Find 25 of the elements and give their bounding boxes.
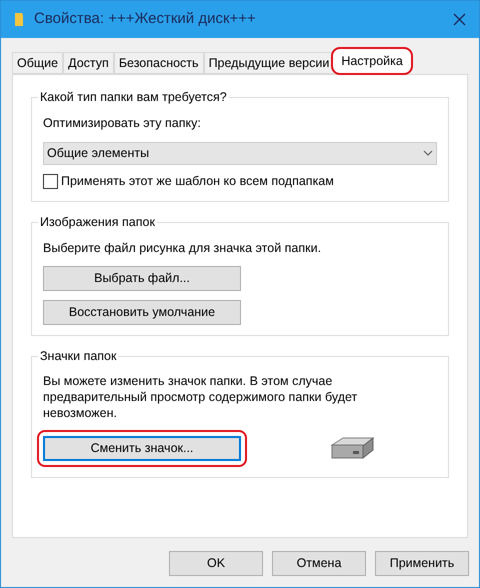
tab[interactable]: Общие	[12, 52, 64, 74]
tab[interactable]: Настройка	[332, 48, 412, 74]
folder-icon	[14, 12, 24, 27]
close-icon[interactable]	[453, 13, 466, 26]
chevron-down-icon	[423, 150, 433, 156]
tab[interactable]: Предыдущие версии	[204, 52, 334, 74]
tab[interactable]: Доступ	[63, 52, 114, 74]
window-title: Свойства: +++Жесткий диск+++	[34, 9, 256, 30]
push-button[interactable]: Отмена	[272, 551, 366, 576]
tab[interactable]: Безопасность	[114, 52, 204, 74]
checkbox-label: Применять этот же шаблон ко всем подпапкам	[61, 172, 334, 190]
description: Выберите файл рисунка для значка этой папки.	[43, 240, 322, 257]
field-label: Оптимизировать эту папку:	[43, 115, 202, 132]
push-button[interactable]: OK	[169, 551, 263, 576]
checkbox[interactable]	[43, 174, 58, 189]
description: Вы можете изменить значок папки. В этом случае предварительный просмотр содержимого папки будет невозможен.	[43, 373, 358, 422]
push-button[interactable]: Сменить значок...	[43, 436, 241, 462]
group-legend: Изображения папок	[38, 214, 157, 230]
group-legend: Какой тип папки вам требуется?	[38, 89, 229, 105]
dropdown[interactable]: Общие элементы	[43, 142, 437, 165]
checkbox-row[interactable]: Применять этот же шаблон ко всем подпапкам	[43, 172, 437, 190]
hard-drive-icon	[329, 436, 375, 462]
push-button[interactable]: Применить	[375, 551, 469, 576]
push-button[interactable]: Выбрать файл...	[43, 266, 241, 292]
push-button[interactable]: Восстановить умолчание	[43, 300, 241, 326]
